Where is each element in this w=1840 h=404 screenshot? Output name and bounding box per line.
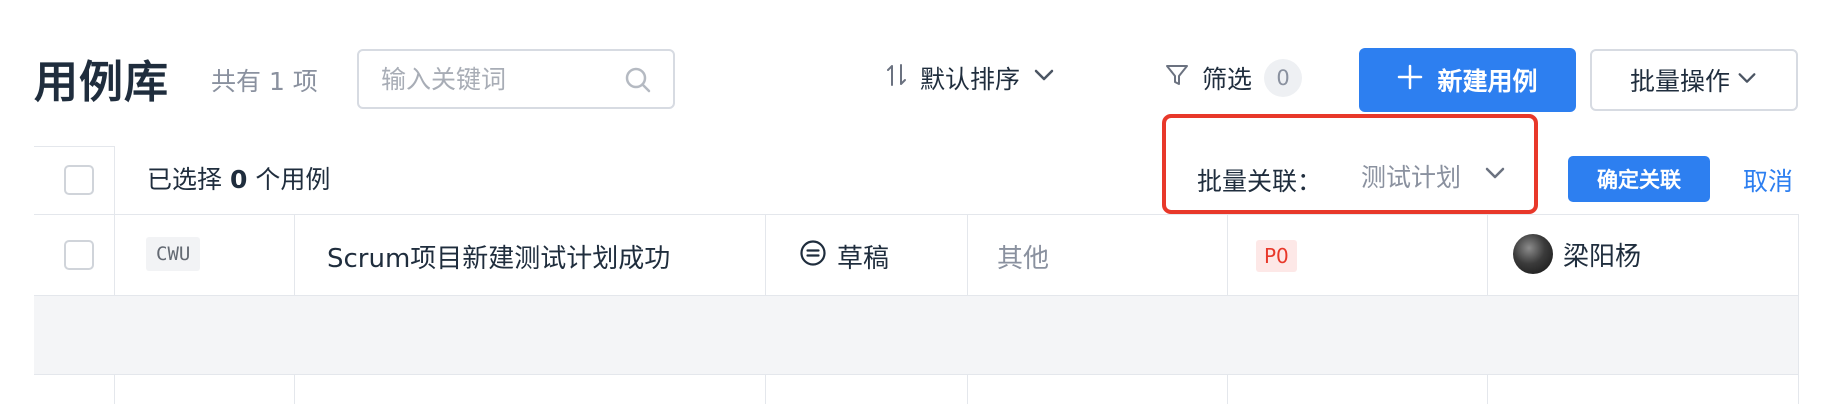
case-type: 其他 <box>997 244 1050 274</box>
case-owner: 梁阳杨 <box>1513 234 1641 274</box>
owner-name: 梁阳杨 <box>1563 241 1642 272</box>
filter-label: 筛选 <box>1202 65 1253 94</box>
filter-button[interactable]: 筛选 0 <box>1164 58 1303 98</box>
filter-count-badge: 0 <box>1264 59 1303 97</box>
search-input[interactable] <box>379 64 613 95</box>
selected-count: 0 <box>229 165 248 194</box>
selected-prefix: 已选择 <box>147 165 223 194</box>
case-title[interactable]: Scrum项目新建测试计划成功 <box>327 238 670 275</box>
priority-badge: P0 <box>1256 240 1297 272</box>
batch-ops-button[interactable]: 批量操作 <box>1590 49 1798 111</box>
select-all-checkbox[interactable] <box>64 165 94 195</box>
row-checkbox[interactable] <box>64 240 94 270</box>
empty-table-row <box>34 296 1798 374</box>
header-row-divider <box>34 214 1798 215</box>
sort-icon <box>886 62 908 94</box>
selected-suffix: 个用例 <box>255 165 331 194</box>
sort-dropdown[interactable]: 默认排序 <box>886 58 1056 98</box>
case-id-tag: CWU <box>146 237 201 271</box>
column-divider <box>1798 214 1799 404</box>
page-title: 用例库 <box>34 57 169 108</box>
selected-count-text: 已选择 0 个用例 <box>147 160 330 196</box>
draft-status-icon <box>799 239 827 274</box>
sort-label: 默认排序 <box>920 65 1021 94</box>
item-count: 共有 1 项 <box>211 67 318 96</box>
new-case-button[interactable]: 新建用例 <box>1359 48 1576 112</box>
cancel-link[interactable]: 取消 <box>1743 162 1793 198</box>
row-divider <box>34 374 1798 375</box>
batch-ops-label: 批量操作 <box>1629 67 1730 96</box>
avatar <box>1513 234 1553 274</box>
chevron-down-icon <box>1032 63 1056 93</box>
search-icon[interactable] <box>623 65 653 99</box>
case-status-label: 草稿 <box>837 244 890 274</box>
filter-icon <box>1164 62 1190 94</box>
plus-icon <box>1397 64 1423 96</box>
new-case-label: 新建用例 <box>1437 67 1538 96</box>
case-status: 草稿 <box>799 238 889 275</box>
highlight-annotation-box <box>1162 114 1538 214</box>
search-box[interactable] <box>357 49 675 109</box>
table-border-top <box>34 146 114 147</box>
confirm-link-button[interactable]: 确定关联 <box>1568 156 1710 202</box>
chevron-down-icon <box>1736 66 1758 95</box>
